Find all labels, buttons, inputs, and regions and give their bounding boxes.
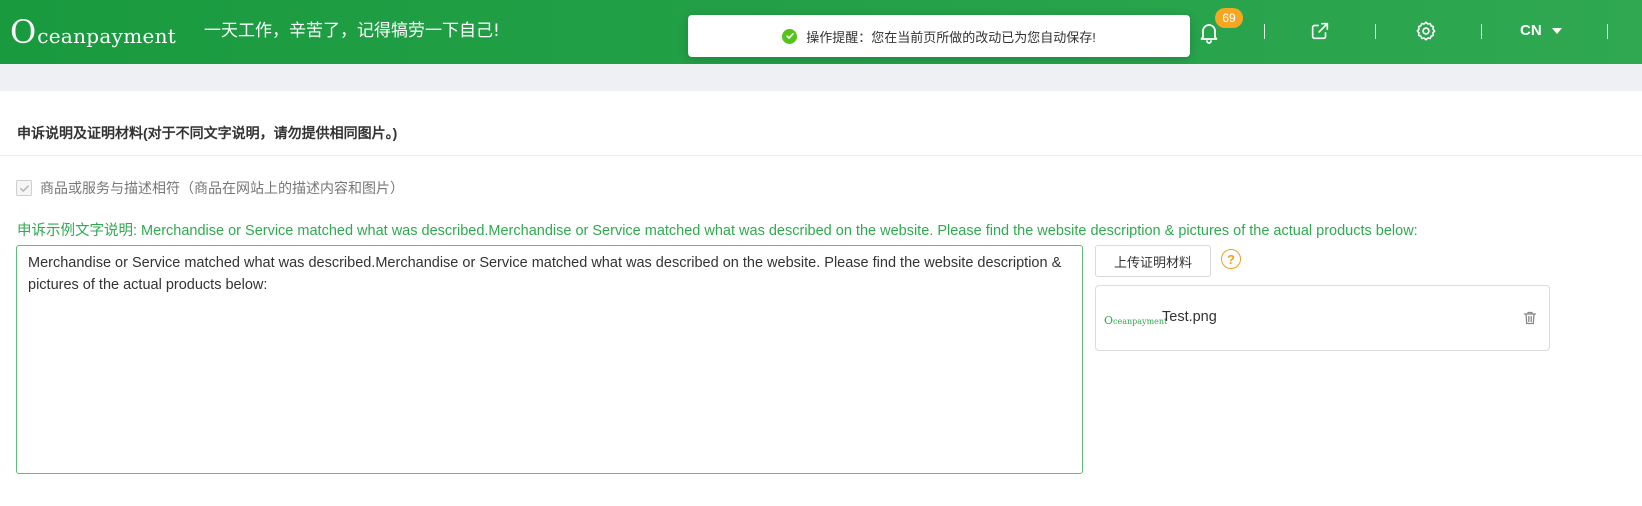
- language-label: CN: [1520, 22, 1542, 39]
- uploaded-file-item: O ceanpayment Test.png: [1095, 285, 1550, 351]
- file-name[interactable]: Test.png: [1162, 309, 1217, 325]
- notification-badge: 69: [1215, 8, 1243, 28]
- match-description-checkbox-row[interactable]: 商品或服务与描述相符（商品在网站上的描述内容和图片）: [16, 178, 404, 198]
- upload-evidence-button[interactable]: 上传证明材料: [1095, 245, 1211, 277]
- section-divider: [0, 155, 1642, 156]
- chevron-down-icon: [1551, 27, 1562, 34]
- help-icon[interactable]: ?: [1221, 249, 1241, 269]
- header-slogan: 一天工作，辛苦了，记得犒劳一下自己!: [204, 21, 500, 41]
- logo-text: ceanpayment: [37, 24, 177, 48]
- header-divider: [1375, 24, 1376, 39]
- autosave-toast: 操作提醒：您在当前页所做的改动已为您自动保存!: [688, 15, 1190, 57]
- language-selector[interactable]: CN: [1520, 22, 1562, 39]
- file-thumbnail[interactable]: O ceanpayment: [1104, 310, 1167, 327]
- header-divider: [1481, 24, 1482, 39]
- gear-icon[interactable]: [1415, 20, 1437, 42]
- thumbnail-logo-initial: O: [1104, 314, 1114, 327]
- section-title: 申诉说明及证明材料(对于不同文字说明，请勿提供相同图片。): [17, 125, 398, 141]
- external-link-icon[interactable]: [1309, 20, 1331, 42]
- example-description-text: 申诉示例文字说明: Merchandise or Service matched…: [17, 223, 1418, 239]
- match-description-checkbox[interactable]: [16, 180, 32, 196]
- logo-initial: O: [10, 13, 37, 51]
- header-divider: [1264, 24, 1265, 39]
- oceanpayment-logo[interactable]: O ceanpayment: [10, 14, 176, 48]
- checkbox-label: 商品或服务与描述相符（商品在网站上的描述内容和图片）: [40, 180, 404, 196]
- trash-icon[interactable]: [1522, 310, 1538, 326]
- header-divider: [1607, 24, 1608, 39]
- page-band: [0, 64, 1642, 91]
- thumbnail-logo-text: ceanpayment: [1113, 317, 1168, 326]
- check-circle-icon: [782, 28, 798, 44]
- appeal-description-textarea[interactable]: [16, 245, 1083, 474]
- toast-message: 操作提醒：您在当前页所做的改动已为您自动保存!: [806, 29, 1096, 45]
